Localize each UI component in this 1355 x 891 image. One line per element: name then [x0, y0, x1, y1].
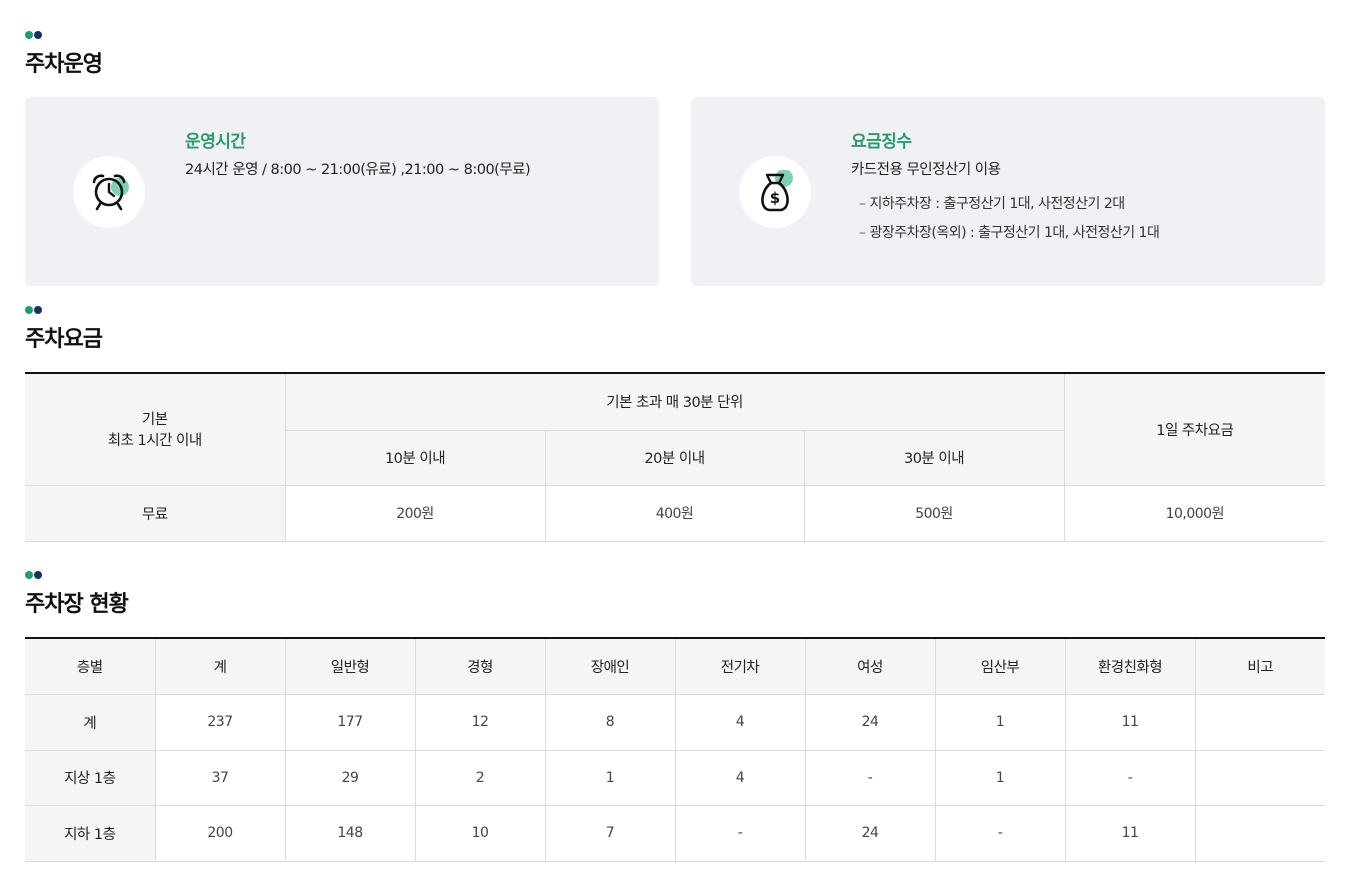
status-cell: 7 [544, 804, 676, 862]
status-cell: - [1064, 749, 1196, 806]
payment-card: $ 요금징수 카드전용 무인정산기 이용 지하주차장 : 출구정산기 1대, 사… [691, 97, 1325, 286]
status-header: 계 [154, 638, 286, 695]
status-cell: 1 [544, 749, 676, 806]
status-cell: - [674, 804, 806, 862]
fee-cell: 무료 [25, 484, 286, 542]
fee-daily-header: 1일 주차요금 [1063, 373, 1326, 486]
status-cell: 24 [804, 804, 936, 862]
section-marker-dots [25, 31, 42, 39]
fee-extra-header: 기본 초과 매 30분 단위 [284, 373, 1065, 431]
section-title-status: 주차장 현황 [25, 592, 129, 617]
table-header-row: 층별 계 일반형 경형 장애인 전기차 여성 임산부 환경친화형 비고 [25, 638, 1325, 695]
status-cell: 4 [674, 693, 806, 751]
status-header: 장애인 [544, 638, 676, 695]
table-row: 지상 1층 37 29 2 1 4 - 1 - [25, 749, 1325, 806]
status-cell: 177 [284, 693, 416, 751]
status-cell: 200 [154, 804, 286, 862]
parking-status-table: 층별 계 일반형 경형 장애인 전기차 여성 임산부 환경친화형 비고 계 23… [25, 637, 1325, 862]
status-cell: 11 [1064, 693, 1196, 751]
table-row: 무료 200원 400원 500원 10,000원 [25, 484, 1326, 542]
status-cell: 지하 1층 [25, 804, 156, 862]
hours-icon-circle [73, 156, 145, 228]
status-header: 경형 [414, 638, 546, 695]
status-cell: 37 [154, 749, 286, 806]
alarm-clock-icon [92, 174, 129, 211]
hours-card-text: 24시간 운영 / 8:00 ~ 21:00(유료) ,21:00 ~ 8:00… [185, 162, 531, 178]
payment-icon-circle: $ [739, 156, 811, 228]
status-cell: - [934, 804, 1066, 862]
section-marker-dots [25, 571, 42, 579]
section-marker-dots [25, 306, 42, 314]
payment-card-text: 카드전용 무인정산기 이용 [851, 162, 1001, 178]
fee-cell: 10,000원 [1063, 484, 1326, 542]
status-header: 환경친화형 [1064, 638, 1196, 695]
status-cell: 1 [934, 749, 1066, 806]
status-cell: 11 [1064, 804, 1196, 862]
svg-text:$: $ [770, 189, 780, 207]
status-header: 일반형 [284, 638, 416, 695]
status-cell [1194, 749, 1325, 806]
list-item: 지하주차장 : 출구정산기 1대, 사전정산기 2대 [859, 193, 1159, 213]
status-cell: 12 [414, 693, 546, 751]
fee-subheader: 30분 이내 [803, 429, 1065, 486]
payment-machine-list: 지하주차장 : 출구정산기 1대, 사전정산기 2대 광장주차장(옥외) : 출… [859, 193, 1159, 251]
fee-basic-header-line1: 기본 [141, 412, 168, 429]
fee-cell: 200원 [284, 484, 546, 542]
status-cell: 1 [934, 693, 1066, 751]
hours-card-title: 운영시간 [185, 132, 246, 152]
list-item: 광장주차장(옥외) : 출구정산기 1대, 사전정산기 1대 [859, 222, 1159, 242]
status-cell: 29 [284, 749, 416, 806]
fee-cell: 500원 [803, 484, 1065, 542]
fee-subheader: 10분 이내 [285, 429, 546, 486]
fee-subheader: 20분 이내 [544, 429, 805, 486]
status-header: 임산부 [934, 638, 1066, 695]
section-title-operation: 주차운영 [25, 52, 103, 77]
payment-card-title: 요금징수 [851, 132, 912, 152]
status-header: 비고 [1194, 638, 1325, 695]
section-title-fee: 주차요금 [25, 327, 103, 352]
table-row: 계 237 177 12 8 4 24 1 11 [25, 693, 1325, 751]
fee-basic-header-line2: 최초 1시간 이내 [107, 433, 202, 450]
status-cell: 24 [804, 693, 936, 751]
status-cell: - [804, 749, 936, 806]
hours-card: 운영시간 24시간 운영 / 8:00 ~ 21:00(유료) ,21:00 ~… [25, 97, 659, 286]
status-cell: 8 [544, 693, 676, 751]
status-cell: 2 [414, 749, 546, 806]
status-cell: 지상 1층 [25, 749, 156, 806]
table-row: 지하 1층 200 148 10 7 - 24 - 11 [25, 804, 1325, 862]
status-cell: 148 [284, 804, 416, 862]
money-bag-icon: $ [761, 170, 793, 212]
status-cell: 10 [414, 804, 546, 862]
status-header: 전기차 [674, 638, 806, 695]
fee-basic-header: 기본 최초 1시간 이내 [25, 373, 286, 486]
status-header: 여성 [804, 638, 936, 695]
status-cell: 237 [154, 693, 286, 751]
fee-cell: 400원 [544, 484, 805, 542]
status-cell [1194, 804, 1325, 862]
status-cell: 계 [25, 693, 156, 751]
fee-table: 기본 최초 1시간 이내 기본 초과 매 30분 단위 1일 주차요금 10분 … [25, 372, 1326, 542]
status-cell: 4 [674, 749, 806, 806]
status-header: 층별 [25, 638, 156, 695]
status-cell [1194, 693, 1325, 751]
